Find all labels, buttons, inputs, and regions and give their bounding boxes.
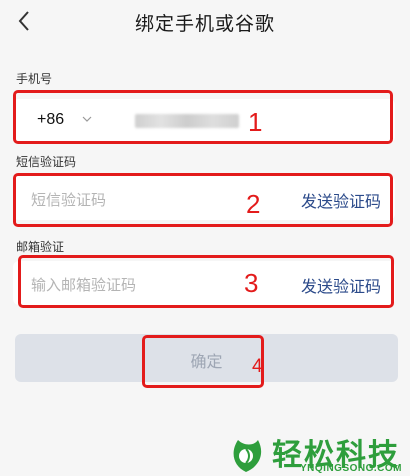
annotation-number-3: 3: [244, 268, 259, 298]
phone-label: 手机号: [16, 72, 53, 86]
header: 绑定手机或谷歌: [0, 0, 410, 42]
annotation-box-4: [142, 335, 264, 388]
annotation-number-1: 1: [248, 107, 263, 137]
email-label: 邮箱验证: [16, 240, 65, 254]
annotation-box-3: [18, 255, 394, 308]
sms-label: 短信验证码: [16, 155, 77, 169]
annotation-box-2: [13, 173, 393, 227]
annotation-number-4: 4: [252, 356, 263, 377]
watermark-subtext: YNQINGSONG.COM: [300, 463, 403, 474]
watermark-leaf-icon: [233, 440, 262, 472]
annotation-box-1: [13, 90, 393, 144]
annotation-number-2: 2: [246, 189, 261, 219]
page-title: 绑定手机或谷歌: [134, 14, 275, 35]
